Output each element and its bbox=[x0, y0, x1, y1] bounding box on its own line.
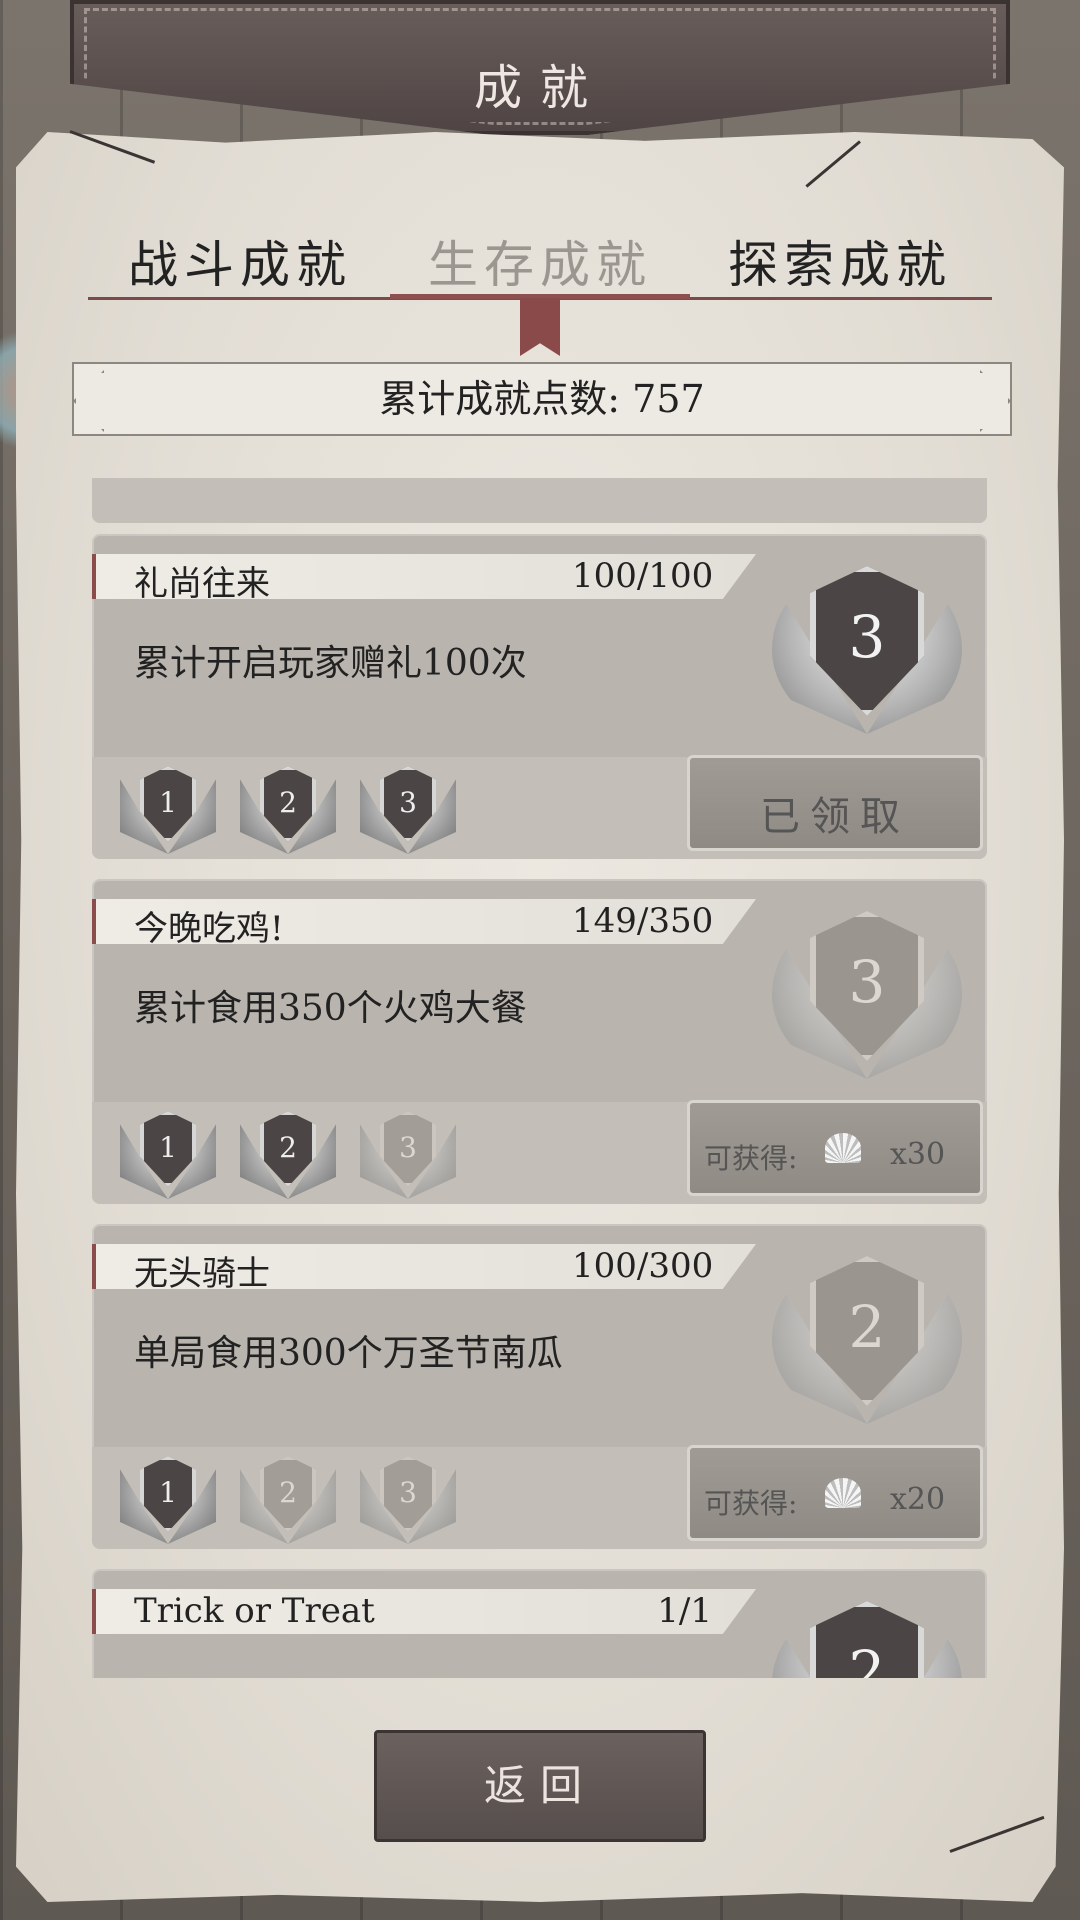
claim-reward-button[interactable]: 可获得: x20 bbox=[687, 1445, 983, 1541]
achievement-description: 单局食用300个万圣节南瓜 bbox=[134, 1333, 563, 1374]
achievement-title: 礼尚往来 bbox=[134, 564, 270, 604]
tier-badge-icon: 2 bbox=[240, 1456, 336, 1544]
achievement-description: 累计开启玩家赠礼100次 bbox=[134, 643, 527, 684]
claimed-label: 已领取 bbox=[760, 794, 910, 840]
badge-level: 2 bbox=[810, 1601, 924, 1678]
laurel-badge-icon: 3 bbox=[772, 564, 962, 734]
reward-label: 可获得: bbox=[704, 1487, 798, 1520]
tier-badge-icon: 1 bbox=[120, 1111, 216, 1199]
achievement-card: 礼尚往来 100/100 累计开启玩家赠礼100次 3 1 2 3 已领取 bbox=[92, 534, 987, 859]
achievement-progress: 149/350 bbox=[572, 901, 714, 941]
achievement-progress: 100/300 bbox=[572, 1246, 714, 1286]
reward-amount: x30 bbox=[890, 1137, 946, 1172]
achievement-description: 累计食用350个火鸡大餐 bbox=[134, 988, 527, 1029]
claim-reward-button[interactable]: 可获得: x30 bbox=[687, 1100, 983, 1196]
tab-combat[interactable]: 战斗成就 bbox=[90, 225, 390, 297]
achievement-card: 无头骑士 100/300 单局食用300个万圣节南瓜 2 1 2 3 可获得: … bbox=[92, 1224, 987, 1549]
achievement-title: Trick or Treat bbox=[134, 1591, 375, 1631]
tier-badge-icon: 2 bbox=[240, 1111, 336, 1199]
achievement-card-partial bbox=[92, 478, 987, 523]
achievement-progress: 1/1 bbox=[657, 1591, 712, 1631]
tier-badge-icon: 3 bbox=[360, 1456, 456, 1544]
tier-badge-icon: 3 bbox=[360, 1111, 456, 1199]
achievement-title: 无头骑士 bbox=[134, 1254, 270, 1294]
tier-badge-icon: 1 bbox=[120, 766, 216, 854]
shell-icon bbox=[825, 1478, 861, 1508]
achievement-card: Trick or Treat 1/1 2 bbox=[92, 1569, 987, 1678]
tab-exploration[interactable]: 探索成就 bbox=[690, 225, 990, 297]
achievement-title: 今晚吃鸡! bbox=[134, 909, 284, 949]
reward-label: 可获得: bbox=[704, 1142, 798, 1175]
laurel-badge-icon: 2 bbox=[772, 1599, 962, 1678]
claimed-button[interactable]: 已领取 bbox=[687, 755, 983, 851]
tier-badge-icon: 2 bbox=[240, 766, 336, 854]
shell-icon bbox=[825, 1133, 861, 1163]
achievement-tabs: 战斗成就 生存成就 探索成就 bbox=[90, 225, 990, 295]
achievement-card: 今晚吃鸡! 149/350 累计食用350个火鸡大餐 3 1 2 3 可获得: … bbox=[92, 879, 987, 1204]
achievement-list[interactable]: 礼尚往来 100/100 累计开启玩家赠礼100次 3 1 2 3 已领取 今晚… bbox=[92, 478, 987, 1678]
tab-survival[interactable]: 生存成就 bbox=[390, 225, 690, 297]
achievement-progress: 100/100 bbox=[572, 556, 714, 596]
total-points-text: 累计成就点数: 757 bbox=[379, 377, 705, 421]
return-button[interactable]: 返回 bbox=[374, 1730, 706, 1842]
laurel-badge-icon: 2 bbox=[772, 1254, 962, 1424]
tier-badge-icon: 3 bbox=[360, 766, 456, 854]
total-points-bar: 累计成就点数: 757 bbox=[72, 362, 1012, 436]
laurel-badge-icon: 3 bbox=[772, 909, 962, 1079]
tier-badge-icon: 1 bbox=[120, 1456, 216, 1544]
reward-amount: x20 bbox=[890, 1482, 946, 1517]
